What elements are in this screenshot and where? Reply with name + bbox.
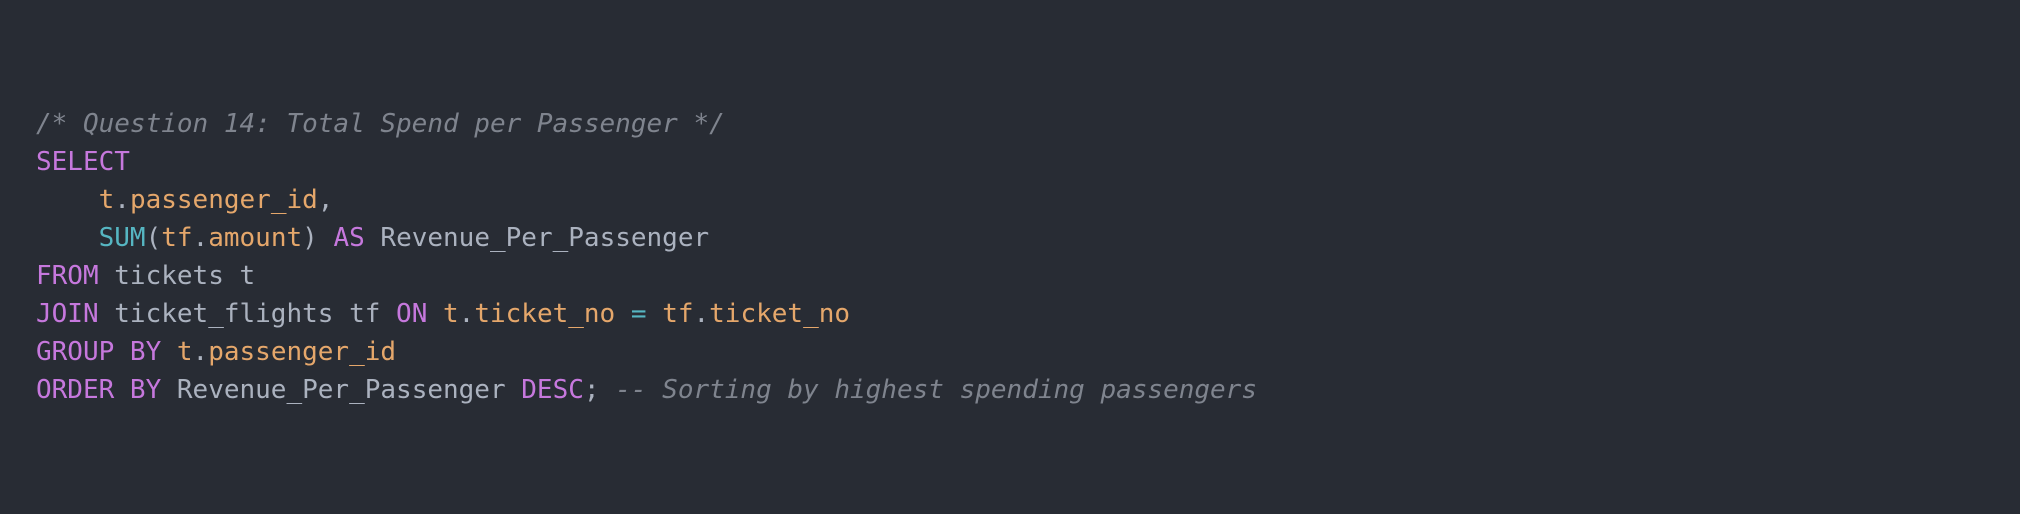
code-token-plain: . <box>114 185 130 215</box>
code-token-plain: . <box>192 337 209 367</box>
code-token-function: SUM <box>98 223 146 253</box>
code-token-keyword: ORDER BY <box>36 375 162 405</box>
code-token-keyword: AS <box>333 223 365 253</box>
code-token-plain: ; <box>583 375 616 405</box>
code-token-keyword: DESC <box>521 375 584 405</box>
code-token-plain: , <box>317 185 334 215</box>
code-token-operator: = <box>630 299 647 329</box>
code-token-keyword: FROM <box>36 261 99 291</box>
code-token-property: passenger_id <box>208 337 397 367</box>
code-token-property: t <box>176 337 193 367</box>
code-token-keyword: SELECT <box>36 147 130 177</box>
code-token-keyword: GROUP BY <box>36 337 162 367</box>
code-line: GROUP BY t.passenger_id <box>36 333 2020 371</box>
code-token-property: tf <box>662 299 694 329</box>
code-line: t.passenger_id, <box>36 181 2020 219</box>
code-token-property: ticket_no <box>474 299 616 329</box>
code-line: ORDER BY Revenue_Per_Passenger DESC; -- … <box>36 371 2020 409</box>
code-token-plain: . <box>192 223 209 253</box>
code-token-plain: Revenue_Per_Passenger <box>364 223 710 253</box>
sql-code-block: /* Question 14: Total Spend per Passenge… <box>0 0 2020 514</box>
code-token-property: t <box>443 299 459 329</box>
code-token-property: t <box>98 185 115 215</box>
code-token-comment: /* Question 14: Total Spend per Passenge… <box>36 109 725 139</box>
code-lines: /* Question 14: Total Spend per Passenge… <box>36 105 2020 409</box>
code-token-keyword: JOIN <box>36 299 99 329</box>
code-token-property: amount <box>208 223 303 253</box>
code-token-plain: ( <box>145 223 162 253</box>
code-token-plain: ticket_flights tf <box>98 299 397 329</box>
code-line: JOIN ticket_flights tf ON t.ticket_no = … <box>36 295 2020 333</box>
code-token-comment: -- Sorting by highest spending passenger… <box>615 375 1257 405</box>
code-token-property: tf <box>161 223 193 253</box>
code-token-plain: . <box>693 299 710 329</box>
code-token-property: ticket_no <box>709 299 851 329</box>
code-token-plain: ) <box>302 223 334 253</box>
code-line: /* Question 14: Total Spend per Passenge… <box>36 105 2020 143</box>
code-token-keyword: ON <box>396 299 428 329</box>
code-token-plain: Revenue_Per_Passenger <box>161 375 522 405</box>
code-token-property: passenger_id <box>129 185 318 215</box>
code-line: SUM(tf.amount) AS Revenue_Per_Passenger <box>36 219 2020 257</box>
code-token-plain: tickets t <box>98 261 256 291</box>
code-token-plain: . <box>458 299 475 329</box>
code-line: SELECT <box>36 143 2020 181</box>
code-line: FROM tickets t <box>36 257 2020 295</box>
